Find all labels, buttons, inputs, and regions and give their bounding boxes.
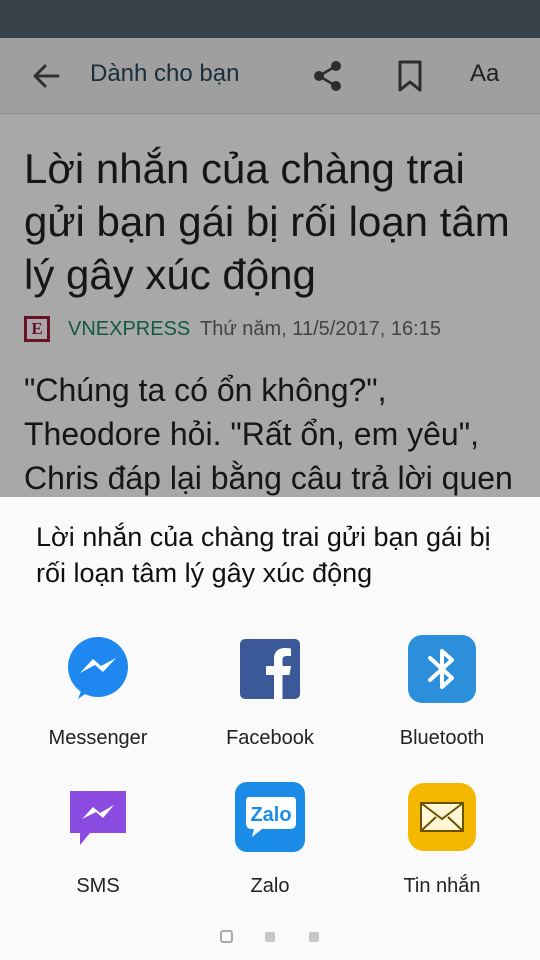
share-sheet: Lời nhắn của chàng trai gửi bạn gái bị r… [0,497,540,960]
facebook-icon [240,639,300,699]
share-target-label: Bluetooth [399,727,485,749]
share-target-label: Messenger [48,727,148,749]
share-target-label: Zalo [250,875,290,897]
page-indicator [0,927,540,947]
share-target-messages[interactable]: Tin nhắn [356,781,528,911]
message-envelope-icon [408,783,476,851]
share-target-bluetooth[interactable]: Bluetooth [356,633,528,763]
page-dot[interactable] [265,932,275,942]
share-target-sms[interactable]: SMS [12,781,184,911]
status-bar [0,0,540,38]
share-target-facebook[interactable]: Facebook [184,633,356,763]
zalo-icon: Zalo [235,782,305,852]
messenger-icon [68,637,128,699]
page-dot-current[interactable] [220,930,233,943]
zalo-icon-text: Zalo [250,804,291,826]
bluetooth-icon [408,635,476,703]
share-target-label: SMS [76,875,120,897]
share-target-zalo[interactable]: Zalo Zalo [184,781,356,911]
share-sheet-title: Lời nhắn của chàng trai gửi bạn gái bị r… [36,522,491,588]
sms-icon [70,791,126,845]
share-target-label: Tin nhắn [403,875,481,897]
share-target-label: Facebook [226,727,314,749]
share-target-messenger[interactable]: Messenger [12,633,184,763]
page-dot[interactable] [309,932,319,942]
